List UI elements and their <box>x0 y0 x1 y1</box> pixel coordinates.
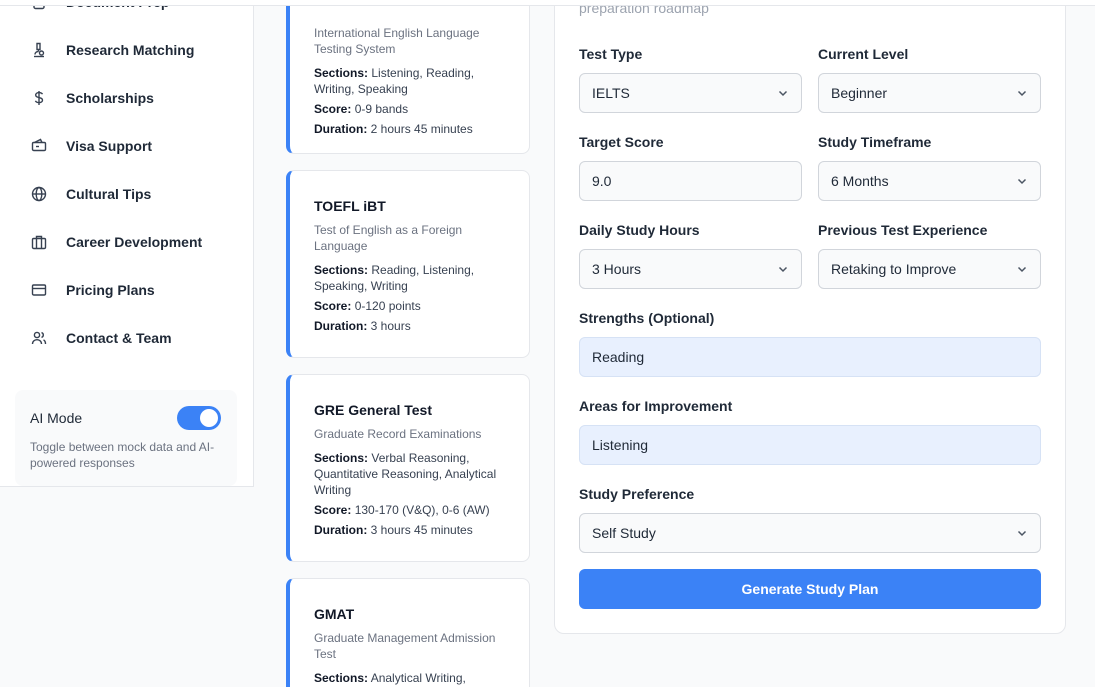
sidebar-item-label: Visa Support <box>66 138 153 154</box>
sidebar-item-label: Scholarships <box>66 90 154 106</box>
test-sections: Sections: Verbal Reasoning, Quantitative… <box>314 451 497 497</box>
test-card-ielts[interactable]: International English Language Testing S… <box>286 0 530 154</box>
current-level-label: Current Level <box>818 46 909 62</box>
target-score-label: Target Score <box>579 134 664 150</box>
sidebar-item-label: Research Matching <box>66 42 195 58</box>
study-preference-label: Study Preference <box>579 486 695 502</box>
test-card-gre[interactable]: GRE General Test Graduate Record Examina… <box>286 374 530 562</box>
test-card-gmat[interactable]: GMAT Graduate Management Admission Test … <box>286 578 530 687</box>
test-type-value: IELTS <box>592 85 630 101</box>
chevron-down-icon <box>1017 178 1027 185</box>
test-score: Score: 0-9 bands <box>314 102 409 116</box>
test-sections: Sections: Analytical Writing, <box>314 671 466 685</box>
sidebar-item-research-matching[interactable]: Research Matching <box>30 38 194 62</box>
briefcase-icon <box>30 233 48 251</box>
ticket-icon <box>30 137 48 155</box>
study-timeframe-select[interactable]: 6 Months <box>818 161 1041 201</box>
credit-card-icon <box>30 281 48 299</box>
test-duration: Duration: 3 hours 45 minutes <box>314 523 473 537</box>
target-score-input[interactable]: 9.0 <box>579 161 802 201</box>
strengths-value: Reading <box>592 349 645 365</box>
users-icon <box>30 329 48 347</box>
microscope-icon <box>30 41 48 59</box>
ai-mode-toggle[interactable] <box>177 406 221 430</box>
strengths-input[interactable]: Reading <box>579 337 1041 377</box>
test-sections: Sections: Listening, Reading, Writing, S… <box>314 66 475 96</box>
chevron-down-icon <box>1017 530 1027 537</box>
test-score: Score: 130-170 (V&Q), 0-6 (AW) <box>314 503 490 517</box>
sidebar: Document Prep Research Matching Scholars… <box>0 0 254 487</box>
test-full-name: Test of English as a Foreign Language <box>314 223 463 253</box>
test-full-name: Graduate Management Admission Test <box>314 631 496 661</box>
test-type-label: Test Type <box>579 46 643 62</box>
daily-hours-value: 3 Hours <box>592 261 642 277</box>
study-preference-value: Self Study <box>592 525 656 541</box>
sidebar-item-label: Pricing Plans <box>66 282 155 298</box>
daily-hours-select[interactable]: 3 Hours <box>579 249 802 289</box>
test-card-toefl[interactable]: TOEFL iBT Test of English as a Foreign L… <box>286 170 530 358</box>
dollar-icon <box>30 89 48 107</box>
chevron-down-icon <box>778 90 788 97</box>
test-score: Score: 0-120 points <box>314 299 421 313</box>
ai-mode-description: Toggle between mock data and AI-powered … <box>30 440 215 470</box>
sidebar-item-label: Career Development <box>66 234 203 250</box>
test-name: TOEFL iBT <box>314 198 386 214</box>
sidebar-item-label: Cultural Tips <box>66 186 152 202</box>
test-sections: Sections: Reading, Listening, Speaking, … <box>314 263 475 293</box>
test-name: GMAT <box>314 606 355 622</box>
generate-study-plan-button[interactable]: Generate Study Plan <box>579 569 1041 609</box>
current-level-select[interactable]: Beginner <box>818 73 1041 113</box>
previous-experience-label: Previous Test Experience <box>818 222 988 238</box>
ai-mode-card: AI Mode Toggle between mock data and AI-… <box>15 390 237 486</box>
top-bar-edge <box>0 0 1095 6</box>
ai-mode-title: AI Mode <box>30 410 83 426</box>
target-score-value: 9.0 <box>592 173 612 189</box>
previous-experience-select[interactable]: Retaking to Improve <box>818 249 1041 289</box>
test-name: GRE General Test <box>314 402 433 418</box>
current-level-value: Beginner <box>831 85 888 101</box>
sidebar-item-contact-team[interactable]: Contact & Team <box>30 326 172 350</box>
improvement-value: Listening <box>592 437 649 453</box>
globe-icon <box>30 185 48 203</box>
toggle-knob <box>200 409 218 427</box>
daily-hours-label: Daily Study Hours <box>579 222 700 238</box>
chevron-down-icon <box>778 266 788 273</box>
study-preference-select[interactable]: Self Study <box>579 513 1041 553</box>
improvement-input[interactable]: Listening <box>579 425 1041 465</box>
test-type-select[interactable]: IELTS <box>579 73 802 113</box>
chevron-down-icon <box>1017 266 1027 273</box>
sidebar-item-visa-support[interactable]: Visa Support <box>30 134 152 158</box>
study-timeframe-value: 6 Months <box>831 173 889 189</box>
previous-experience-value: Retaking to Improve <box>831 261 957 277</box>
study-timeframe-label: Study Timeframe <box>818 134 932 150</box>
test-full-name: International English Language Testing S… <box>314 26 480 56</box>
test-duration: Duration: 3 hours <box>314 319 411 333</box>
sidebar-item-cultural-tips[interactable]: Cultural Tips <box>30 182 151 206</box>
chevron-down-icon <box>1017 90 1027 97</box>
test-duration: Duration: 2 hours 45 minutes <box>314 122 473 136</box>
test-full-name: Graduate Record Examinations <box>314 427 482 441</box>
sidebar-item-career-development[interactable]: Career Development <box>30 230 202 254</box>
sidebar-item-label: Contact & Team <box>66 330 172 346</box>
sidebar-item-scholarships[interactable]: Scholarships <box>30 86 154 110</box>
strengths-label: Strengths (Optional) <box>579 310 715 326</box>
sidebar-item-pricing-plans[interactable]: Pricing Plans <box>30 278 155 302</box>
improvement-label: Areas for Improvement <box>579 398 733 414</box>
